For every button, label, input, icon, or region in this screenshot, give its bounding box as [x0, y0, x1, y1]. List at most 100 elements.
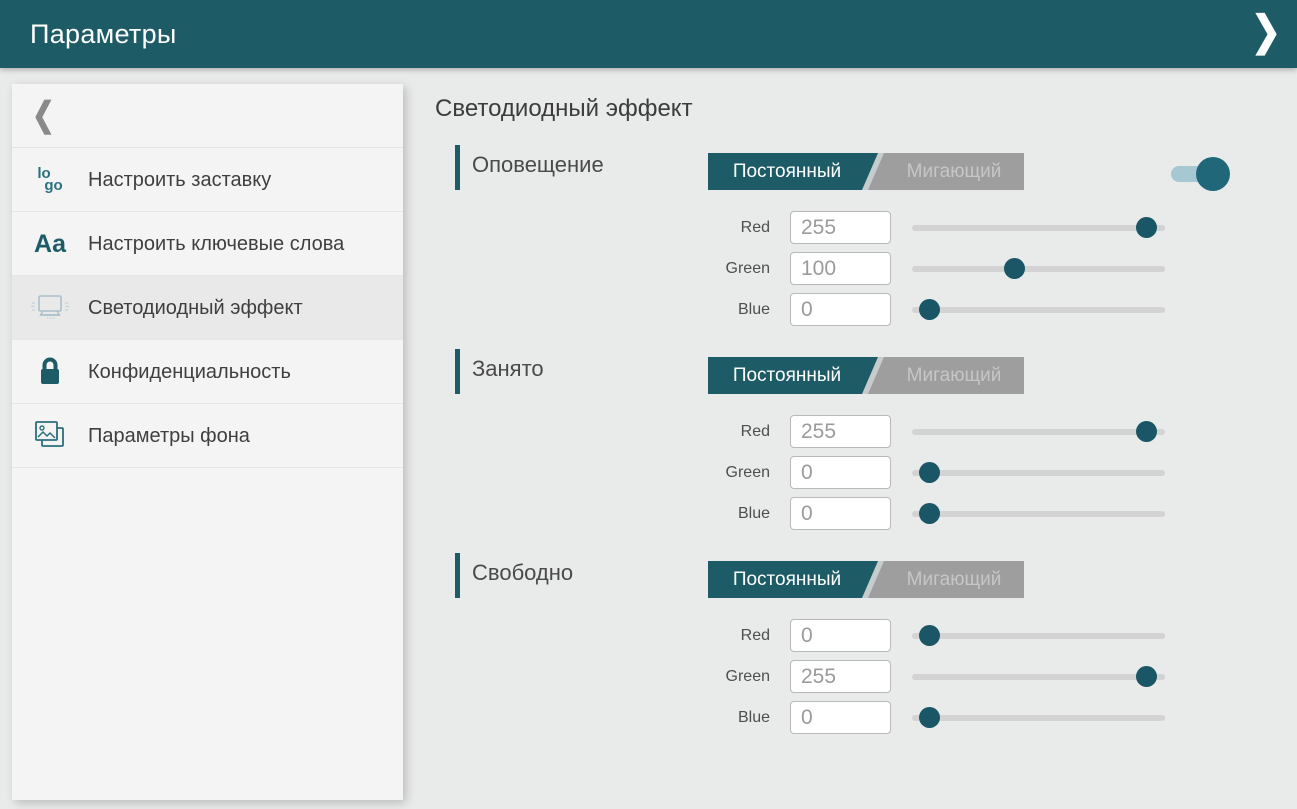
lock-icon: [12, 355, 88, 388]
section-accent-bar: [455, 349, 460, 394]
rgb-rows: Red Green Blue: [435, 619, 1285, 734]
rgb-rows: Red Green Blue: [435, 211, 1285, 326]
slider-track: [912, 429, 1165, 435]
sidebar-item-label: Настроить заставку: [88, 167, 271, 193]
settings-window: Параметры ❯ ❮ logo Настроить заставку Aa…: [0, 0, 1297, 809]
sidebar-item-keywords[interactable]: Aa Настроить ключевые слова: [12, 212, 403, 276]
segment-constant-button[interactable]: Постоянный: [708, 561, 866, 598]
rgb-value-input[interactable]: [790, 497, 891, 530]
rgb-row: Red: [435, 211, 1285, 244]
sidebar-item-background[interactable]: Параметры фона: [12, 404, 403, 468]
rgb-slider[interactable]: [912, 497, 1165, 530]
segment-blinking-button[interactable]: Мигающий: [884, 357, 1024, 394]
rgb-channel-label: Blue: [435, 505, 790, 523]
slider-thumb[interactable]: [919, 462, 940, 483]
rgb-value-input[interactable]: [790, 660, 891, 693]
section-title: Оповещение: [472, 152, 604, 178]
rgb-row: Blue: [435, 497, 1285, 530]
slider-track: [912, 225, 1165, 231]
rgb-slider[interactable]: [912, 660, 1165, 693]
rgb-value-input[interactable]: [790, 619, 891, 652]
rgb-row: Green: [435, 660, 1285, 693]
slider-track: [912, 511, 1165, 517]
rgb-value-input[interactable]: [790, 415, 891, 448]
rgb-value-input[interactable]: [790, 211, 891, 244]
enable-toggle[interactable]: [1171, 157, 1227, 191]
led-section: Оповещение Постоянный Мигающий Red Green: [435, 143, 1285, 326]
mode-segmented-control: Постоянный Мигающий: [708, 561, 1024, 598]
rgb-slider[interactable]: [912, 293, 1165, 326]
section-header: Свободно Постоянный Мигающий: [435, 551, 1285, 599]
sidebar-item-privacy[interactable]: Конфиденциальность: [12, 340, 403, 404]
section-header: Оповещение Постоянный Мигающий: [435, 143, 1285, 191]
rgb-value-input[interactable]: [790, 701, 891, 734]
sidebar-collapse-button[interactable]: ❮: [12, 84, 403, 148]
section-header: Занято Постоянный Мигающий: [435, 347, 1285, 395]
slider-thumb[interactable]: [1136, 666, 1157, 687]
slider-track: [912, 715, 1165, 721]
led-section: Свободно Постоянный Мигающий Red Green B…: [435, 551, 1285, 734]
slider-thumb[interactable]: [919, 707, 940, 728]
segment-constant-button[interactable]: Постоянный: [708, 357, 866, 394]
segment-blinking-button[interactable]: Мигающий: [884, 561, 1024, 598]
slider-track: [912, 633, 1165, 639]
toggle-knob: [1196, 157, 1230, 191]
rgb-row: Green: [435, 456, 1285, 489]
slider-thumb[interactable]: [1136, 421, 1157, 442]
led-monitor-icon: [12, 293, 88, 323]
rgb-channel-label: Green: [435, 464, 790, 482]
rgb-slider[interactable]: [912, 415, 1165, 448]
sidebar-item-led-effect[interactable]: Светодиодный эффект: [12, 276, 403, 340]
rgb-channel-label: Red: [435, 423, 790, 441]
section-accent-bar: [455, 553, 460, 598]
slider-thumb[interactable]: [1004, 258, 1025, 279]
slider-track: [912, 470, 1165, 476]
rgb-channel-label: Green: [435, 260, 790, 278]
rgb-channel-label: Red: [435, 627, 790, 645]
slider-track: [912, 674, 1165, 680]
sidebar-item-label: Конфиденциальность: [88, 359, 291, 385]
rgb-slider[interactable]: [912, 619, 1165, 652]
rgb-row: Green: [435, 252, 1285, 285]
section-accent-bar: [455, 145, 460, 190]
rgb-slider[interactable]: [912, 252, 1165, 285]
slider-track: [912, 266, 1165, 272]
rgb-channel-label: Blue: [435, 301, 790, 319]
led-section: Занято Постоянный Мигающий Red Green Blu…: [435, 347, 1285, 530]
rgb-rows: Red Green Blue: [435, 415, 1285, 530]
logo-icon: logo: [12, 168, 88, 192]
collapse-chevron-icon: ❮: [32, 96, 55, 135]
rgb-slider[interactable]: [912, 701, 1165, 734]
forward-chevron-icon[interactable]: ❯: [1251, 7, 1281, 55]
led-sections: Оповещение Постоянный Мигающий Red Green: [435, 143, 1285, 734]
slider-thumb[interactable]: [919, 625, 940, 646]
slider-thumb[interactable]: [919, 299, 940, 320]
rgb-channel-label: Green: [435, 668, 790, 686]
slider-thumb[interactable]: [1136, 217, 1157, 238]
sidebar-item-label: Параметры фона: [88, 423, 250, 449]
section-title: Свободно: [472, 560, 573, 586]
rgb-channel-label: Red: [435, 219, 790, 237]
background-images-icon: [12, 419, 88, 453]
rgb-row: Blue: [435, 701, 1285, 734]
rgb-row: Red: [435, 415, 1285, 448]
page-title: Параметры: [30, 19, 177, 50]
main-content: Светодиодный эффект Оповещение Постоянны…: [435, 95, 1285, 755]
rgb-channel-label: Blue: [435, 709, 790, 727]
rgb-value-input[interactable]: [790, 456, 891, 489]
rgb-slider[interactable]: [912, 456, 1165, 489]
mode-segmented-control: Постоянный Мигающий: [708, 357, 1024, 394]
rgb-slider[interactable]: [912, 211, 1165, 244]
sidebar: ❮ logo Настроить заставку Aa Настроить к…: [12, 84, 403, 800]
mode-segmented-control: Постоянный Мигающий: [708, 153, 1024, 190]
content-title: Светодиодный эффект: [435, 95, 1285, 129]
sidebar-item-screensaver[interactable]: logo Настроить заставку: [12, 148, 403, 212]
sidebar-item-label: Светодиодный эффект: [88, 295, 303, 321]
rgb-value-input[interactable]: [790, 252, 891, 285]
segment-blinking-button[interactable]: Мигающий: [884, 153, 1024, 190]
rgb-row: Blue: [435, 293, 1285, 326]
keywords-icon: Aa: [12, 231, 88, 257]
slider-thumb[interactable]: [919, 503, 940, 524]
segment-constant-button[interactable]: Постоянный: [708, 153, 866, 190]
rgb-value-input[interactable]: [790, 293, 891, 326]
